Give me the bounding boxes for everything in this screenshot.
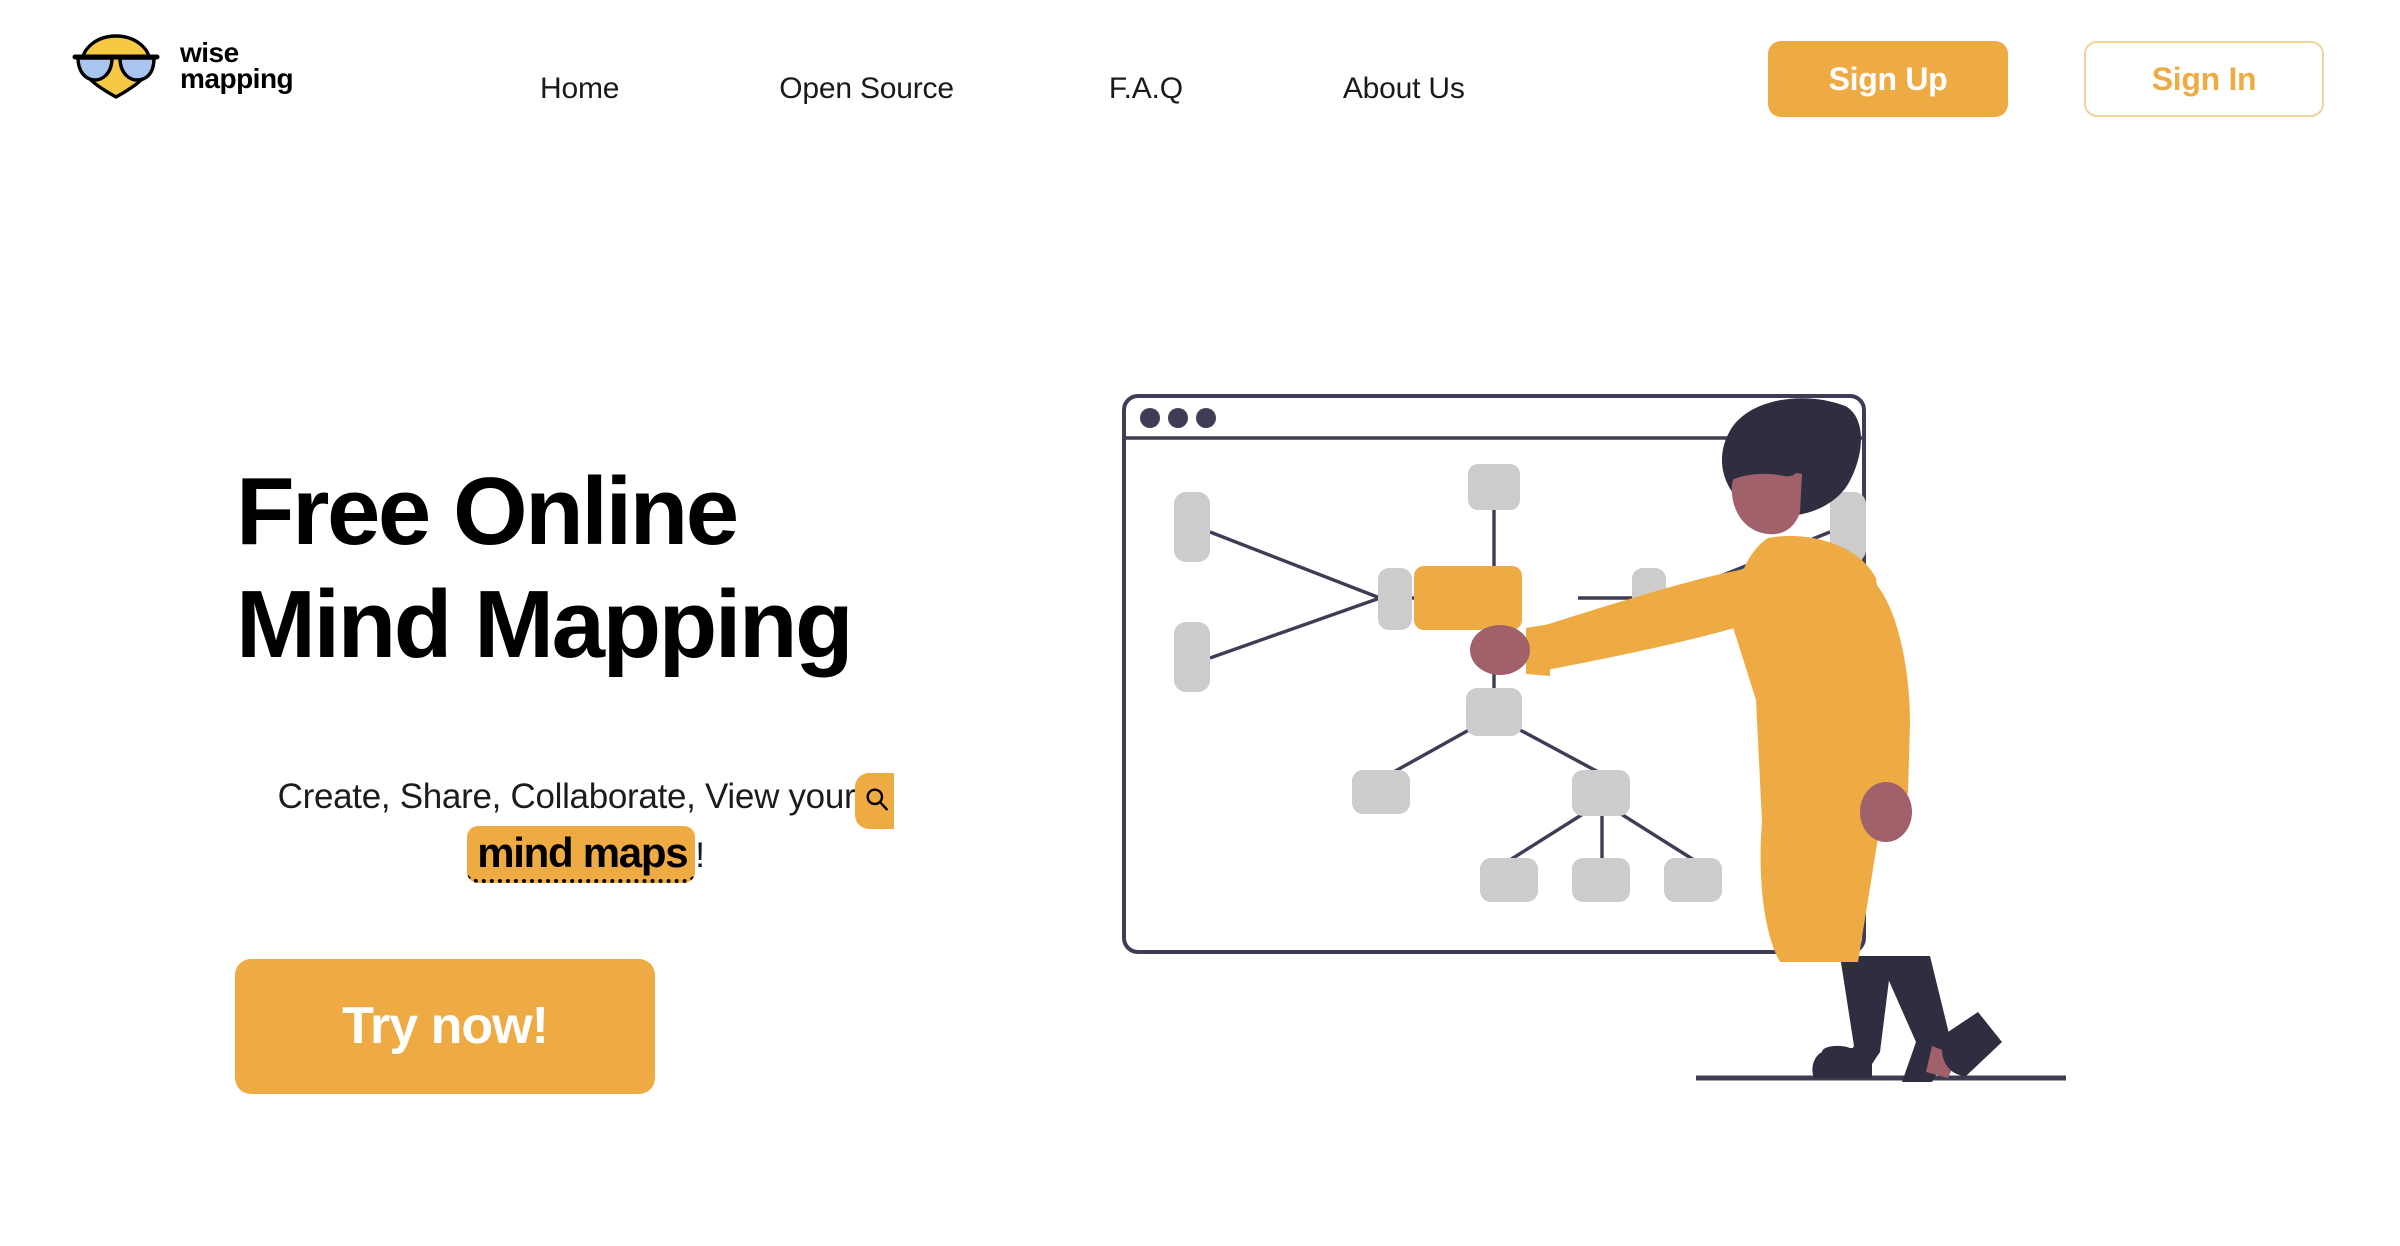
logo-word-line2: mapping	[180, 63, 294, 94]
hero-text-block: Free Online Mind Mapping Create, Share, …	[235, 455, 1056, 1094]
search-icon	[864, 782, 890, 821]
mindmap-node-top	[1468, 464, 1520, 510]
nav-item-open-source[interactable]: Open Source	[779, 72, 954, 106]
mindmap-node-bottom-left	[1352, 770, 1410, 814]
sign-up-button[interactable]: Sign Up	[1768, 41, 2008, 117]
nav-item-about-us[interactable]: About Us	[1343, 72, 1465, 106]
browser-dot-3	[1196, 408, 1216, 428]
site-header: wise mapping Home Open Source F.A.Q Abou…	[0, 0, 2400, 178]
mindmap-node-leaf-3	[1664, 858, 1722, 902]
hero-subtitle: Create, Share, Collaborate, View your mi…	[206, 770, 966, 883]
mindmap-node-bottom-right	[1572, 770, 1630, 816]
hero-subtitle-prefix: Create, Share, Collaborate, View your	[277, 776, 856, 816]
wisemapping-logo-icon	[72, 34, 160, 99]
nav-item-home[interactable]: Home	[540, 72, 619, 106]
mindmap-node-left-hub	[1378, 568, 1412, 630]
header-actions: Sign Up Sign In	[1768, 41, 2324, 117]
hero-subtitle-suffix: !	[695, 835, 705, 875]
logo-link[interactable]: wise mapping	[62, 32, 294, 100]
try-now-button[interactable]: Try now!	[235, 958, 655, 1094]
sign-in-button[interactable]: Sign In	[2084, 41, 2324, 117]
nav-item-faq[interactable]: F.A.Q	[1109, 72, 1183, 106]
browser-dot-1	[1140, 408, 1160, 428]
browser-dot-2	[1168, 408, 1188, 428]
hero-illustration	[1080, 370, 2160, 1130]
mindmap-illustration-svg	[1122, 394, 2066, 1082]
search-icon-highlight	[855, 772, 895, 829]
mindmap-node-left-upper	[1174, 492, 1210, 562]
mindmap-node-leaf-1	[1480, 858, 1538, 902]
mindmap-node-root	[1414, 566, 1522, 630]
logo-wordmark: wise mapping	[180, 39, 294, 94]
page-title: Free Online Mind Mapping	[236, 458, 854, 679]
main-navigation: Home Open Source F.A.Q About Us	[540, 0, 1465, 178]
mind-maps-highlight: mind maps	[467, 825, 696, 883]
mindmap-node-left-lower	[1174, 622, 1210, 692]
mindmap-node-leaf-2	[1572, 858, 1630, 902]
mindmap-node-bottom-hub	[1466, 688, 1522, 736]
